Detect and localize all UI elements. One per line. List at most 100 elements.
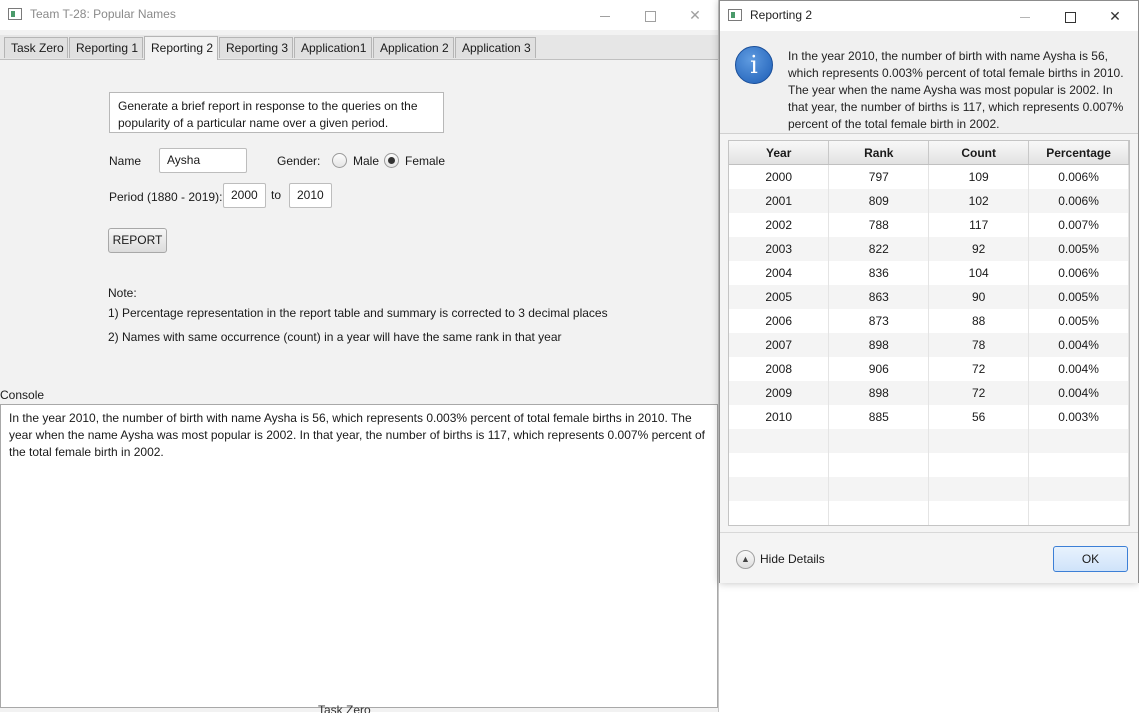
table-cell: [729, 453, 830, 477]
table-cell: 56: [928, 405, 1030, 429]
table-cell: 898: [828, 333, 930, 357]
info-icon: i: [735, 46, 773, 84]
table-cell: 2010: [729, 405, 830, 429]
table-row[interactable]: 2000 797 109 0.006%: [729, 164, 1129, 189]
tab-task-zero[interactable]: Task Zero: [4, 37, 68, 58]
tab-application1[interactable]: Application1: [294, 37, 372, 58]
gender-label: Gender:: [277, 154, 321, 168]
table-row[interactable]: 2008 906 72 0.004%: [729, 357, 1129, 381]
table-row[interactable]: 2004 836 104 0.006%: [729, 261, 1129, 285]
table-cell: 2008: [729, 357, 830, 381]
table-cell: 0.003%: [1028, 405, 1129, 429]
console-textarea[interactable]: In the year 2010, the number of birth wi…: [0, 404, 718, 708]
note-title: Note:: [108, 286, 137, 300]
table-row[interactable]: 2002 788 117 0.007%: [729, 213, 1129, 237]
table-cell: 797: [828, 164, 930, 189]
empty-table-row[interactable]: [729, 429, 1129, 453]
table-row[interactable]: 2001 809 102 0.006%: [729, 189, 1129, 213]
table-cell: [828, 477, 930, 501]
table-row[interactable]: 2005 863 90 0.005%: [729, 285, 1129, 309]
table-cell: 906: [828, 357, 930, 381]
dialog-footer: ▲ Hide Details OK: [720, 532, 1138, 583]
table-cell: 2005: [729, 285, 830, 309]
table-cell: 0.005%: [1028, 285, 1129, 309]
column-header-count[interactable]: Count: [928, 141, 1030, 165]
name-label: Name: [109, 154, 142, 168]
table-cell: 0.004%: [1028, 357, 1129, 381]
table-cell: 90: [928, 285, 1030, 309]
tab-reporting-1[interactable]: Reporting 1: [69, 37, 143, 58]
column-header-rank[interactable]: Rank: [828, 141, 930, 165]
tab-reporting-3[interactable]: Reporting 3: [219, 37, 293, 58]
note-2: 2) Names with same occurrence (count) in…: [108, 330, 562, 344]
female-radio[interactable]: [384, 153, 399, 168]
table-cell: 873: [828, 309, 930, 333]
hide-details-link[interactable]: Hide Details: [760, 552, 825, 566]
main-titlebar: Team T-28: Popular Names: [0, 0, 718, 30]
reporting-2-dialog: Reporting 2 i In the year 2010, the numb…: [719, 0, 1139, 583]
minimize-icon[interactable]: [582, 0, 628, 30]
table-cell: 2003: [729, 237, 830, 261]
table-row[interactable]: 2003 822 92 0.005%: [729, 237, 1129, 261]
app-icon: [8, 8, 22, 20]
table-cell: 117: [928, 213, 1030, 237]
table-cell: [1028, 429, 1129, 453]
male-radio-label[interactable]: Male: [353, 154, 379, 168]
tab-reporting-2[interactable]: Reporting 2: [144, 36, 218, 60]
table-cell: [729, 429, 830, 453]
column-header-percentage[interactable]: Percentage: [1028, 141, 1129, 165]
column-header-year[interactable]: Year: [729, 141, 830, 165]
table-cell: 78: [928, 333, 1030, 357]
table-cell: [1028, 477, 1129, 501]
table-cell: 0.005%: [1028, 309, 1129, 333]
chevron-up-icon[interactable]: ▲: [736, 550, 755, 569]
report-button[interactable]: REPORT: [108, 228, 167, 253]
maximize-icon[interactable]: [627, 0, 673, 30]
table-cell: 104: [928, 261, 1030, 285]
description-box: Generate a brief report in response to t…: [109, 92, 444, 133]
table-cell: 2004: [729, 261, 830, 285]
dialog-app-icon: [728, 9, 742, 21]
male-radio[interactable]: [332, 153, 347, 168]
period-to-input[interactable]: 2010: [289, 183, 332, 208]
female-radio-label[interactable]: Female: [405, 154, 445, 168]
table-cell: 0.004%: [1028, 381, 1129, 405]
empty-table-row[interactable]: [729, 501, 1129, 525]
close-icon[interactable]: [672, 0, 718, 30]
table-cell: [1028, 501, 1129, 525]
ok-button[interactable]: OK: [1053, 546, 1128, 572]
report-table[interactable]: Year Rank Count Percentage 2000 797 109 0.0…: [728, 140, 1130, 526]
table-row[interactable]: 2006 873 88 0.005%: [729, 309, 1129, 333]
window-title: Team T-28: Popular Names: [30, 7, 176, 21]
table-cell: [928, 429, 1030, 453]
console-label: Console: [0, 388, 45, 402]
table-cell: 809: [828, 189, 930, 213]
table-cell: 0.005%: [1028, 237, 1129, 261]
table-cell: [928, 501, 1030, 525]
period-from-input[interactable]: 2000: [223, 183, 266, 208]
tab-application-2[interactable]: Application 2: [373, 37, 454, 58]
background-text: Task Zero: [318, 703, 371, 717]
period-to-label: to: [271, 188, 282, 202]
dialog-maximize-icon[interactable]: [1047, 1, 1093, 31]
table-cell: 2007: [729, 333, 830, 357]
empty-table-row[interactable]: [729, 453, 1129, 477]
table-cell: 898: [828, 381, 930, 405]
table-cell: 2000: [729, 164, 830, 189]
table-cell: 0.007%: [1028, 213, 1129, 237]
table-row[interactable]: 2010 885 56 0.003%: [729, 405, 1129, 429]
dialog-message: In the year 2010, the number of birth wi…: [788, 49, 1124, 131]
dialog-close-icon[interactable]: [1092, 1, 1138, 31]
table-cell: [1028, 453, 1129, 477]
tab-application-3[interactable]: Application 3: [455, 37, 536, 58]
dialog-minimize-icon[interactable]: [1002, 1, 1048, 31]
table-cell: 72: [928, 381, 1030, 405]
table-cell: [928, 453, 1030, 477]
name-input[interactable]: Aysha: [159, 148, 247, 173]
table-row[interactable]: 2007 898 78 0.004%: [729, 333, 1129, 357]
empty-table-row[interactable]: [729, 477, 1129, 501]
note-1: 1) Percentage representation in the repo…: [108, 306, 608, 320]
table-cell: 2009: [729, 381, 830, 405]
table-row[interactable]: 2009 898 72 0.004%: [729, 381, 1129, 405]
table-cell: [828, 453, 930, 477]
